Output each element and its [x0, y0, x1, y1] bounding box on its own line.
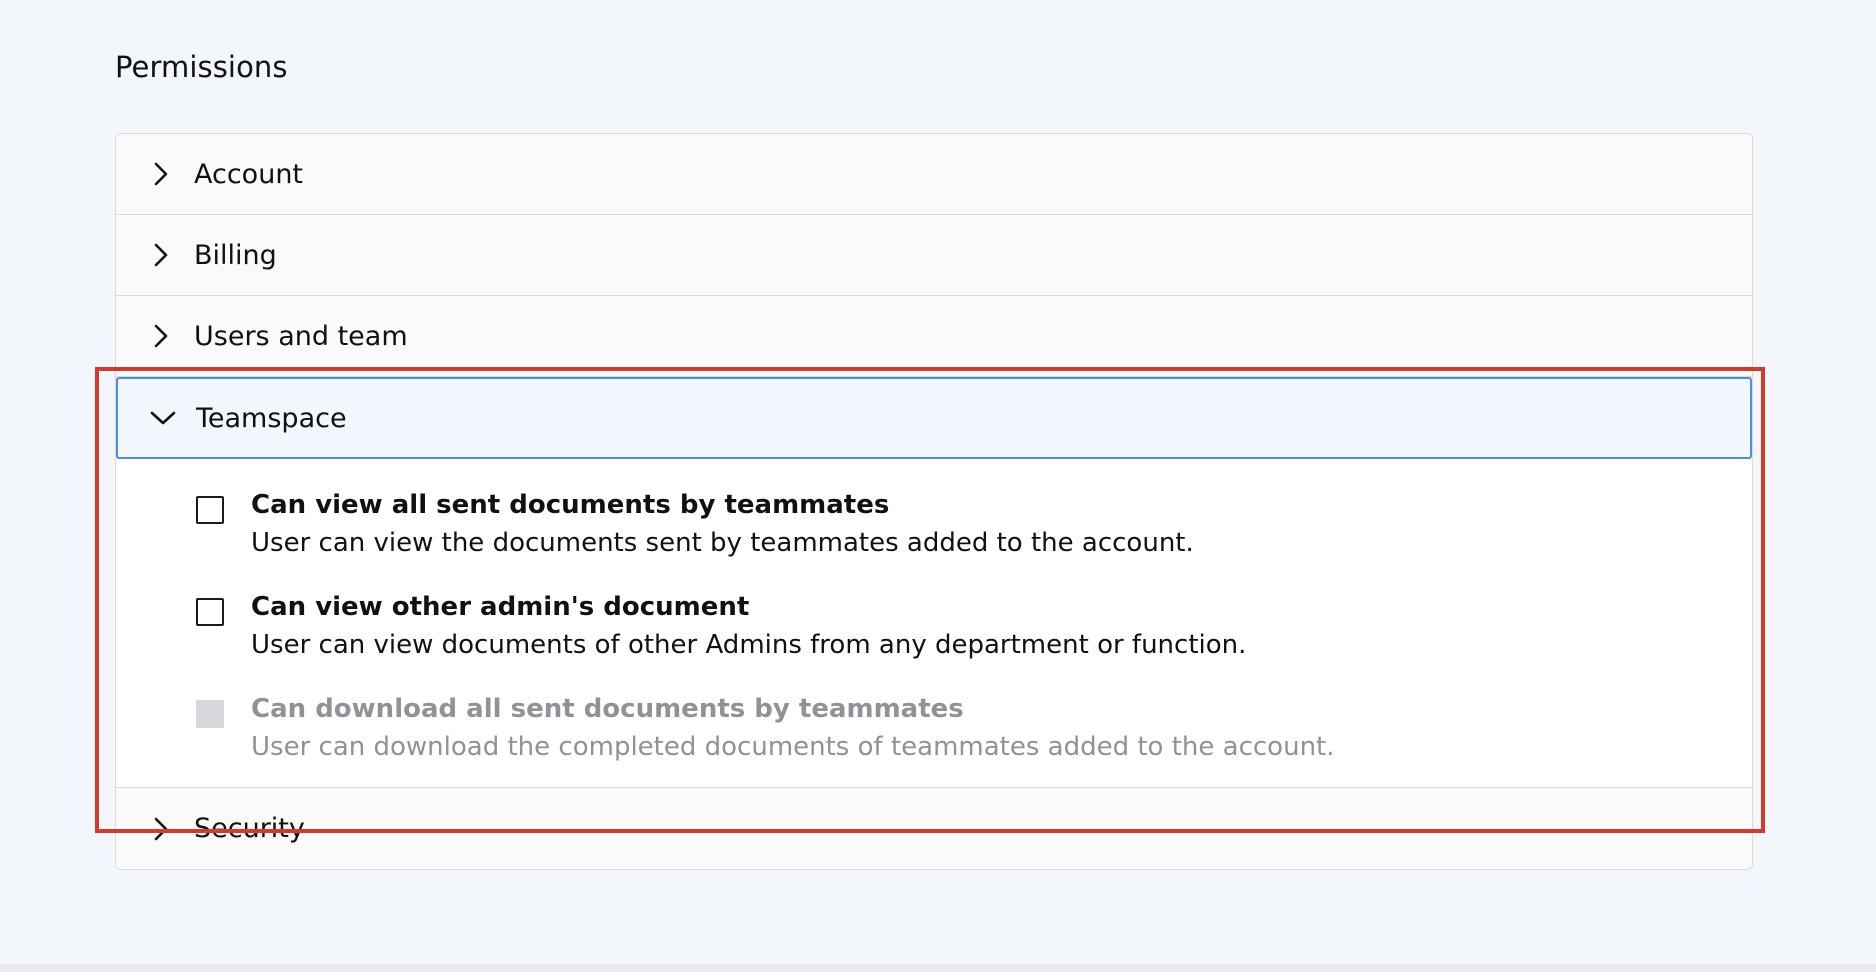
permission-checkbox-view-admin-docs[interactable]: [196, 598, 224, 626]
permission-item-disabled: Can download all sent documents by teamm…: [196, 691, 1752, 767]
chevron-right-icon: [138, 323, 184, 349]
permission-description: User can download the completed document…: [251, 732, 1335, 762]
accordion-label-users-and-team: Users and team: [194, 320, 408, 352]
accordion-security[interactable]: Security: [116, 788, 1752, 869]
chevron-down-icon: [140, 409, 186, 427]
permission-title: Can view other admin's document: [251, 592, 750, 622]
permission-description: User can view documents of other Admins …: [251, 630, 1247, 660]
permission-item: Can view all sent documents by teammates…: [196, 487, 1752, 563]
accordion-label-billing: Billing: [194, 239, 277, 271]
permission-item: Can view other admin's document User can…: [196, 589, 1752, 665]
accordion-billing[interactable]: Billing: [116, 215, 1752, 296]
chevron-right-icon: [138, 161, 184, 187]
permission-checkbox-view-sent[interactable]: [196, 496, 224, 524]
permission-description: User can view the documents sent by team…: [251, 528, 1194, 558]
permissions-accordion: Account Billing Users and team Teamspace…: [115, 133, 1753, 870]
bottom-divider: [0, 964, 1876, 972]
accordion-users-and-team[interactable]: Users and team: [116, 296, 1752, 377]
accordion-account[interactable]: Account: [116, 134, 1752, 215]
accordion-label-teamspace: Teamspace: [196, 402, 347, 434]
accordion-label-security: Security: [194, 813, 305, 844]
chevron-right-icon: [138, 242, 184, 268]
permissions-title: Permissions: [115, 50, 288, 84]
chevron-right-icon: [138, 816, 184, 842]
teamspace-panel: Can view all sent documents by teammates…: [116, 459, 1752, 788]
permission-title: Can download all sent documents by teamm…: [251, 694, 964, 724]
accordion-teamspace[interactable]: Teamspace: [116, 377, 1752, 459]
accordion-label-account: Account: [194, 158, 304, 190]
permission-checkbox-download-sent: [196, 700, 224, 728]
permission-title: Can view all sent documents by teammates: [251, 490, 890, 520]
